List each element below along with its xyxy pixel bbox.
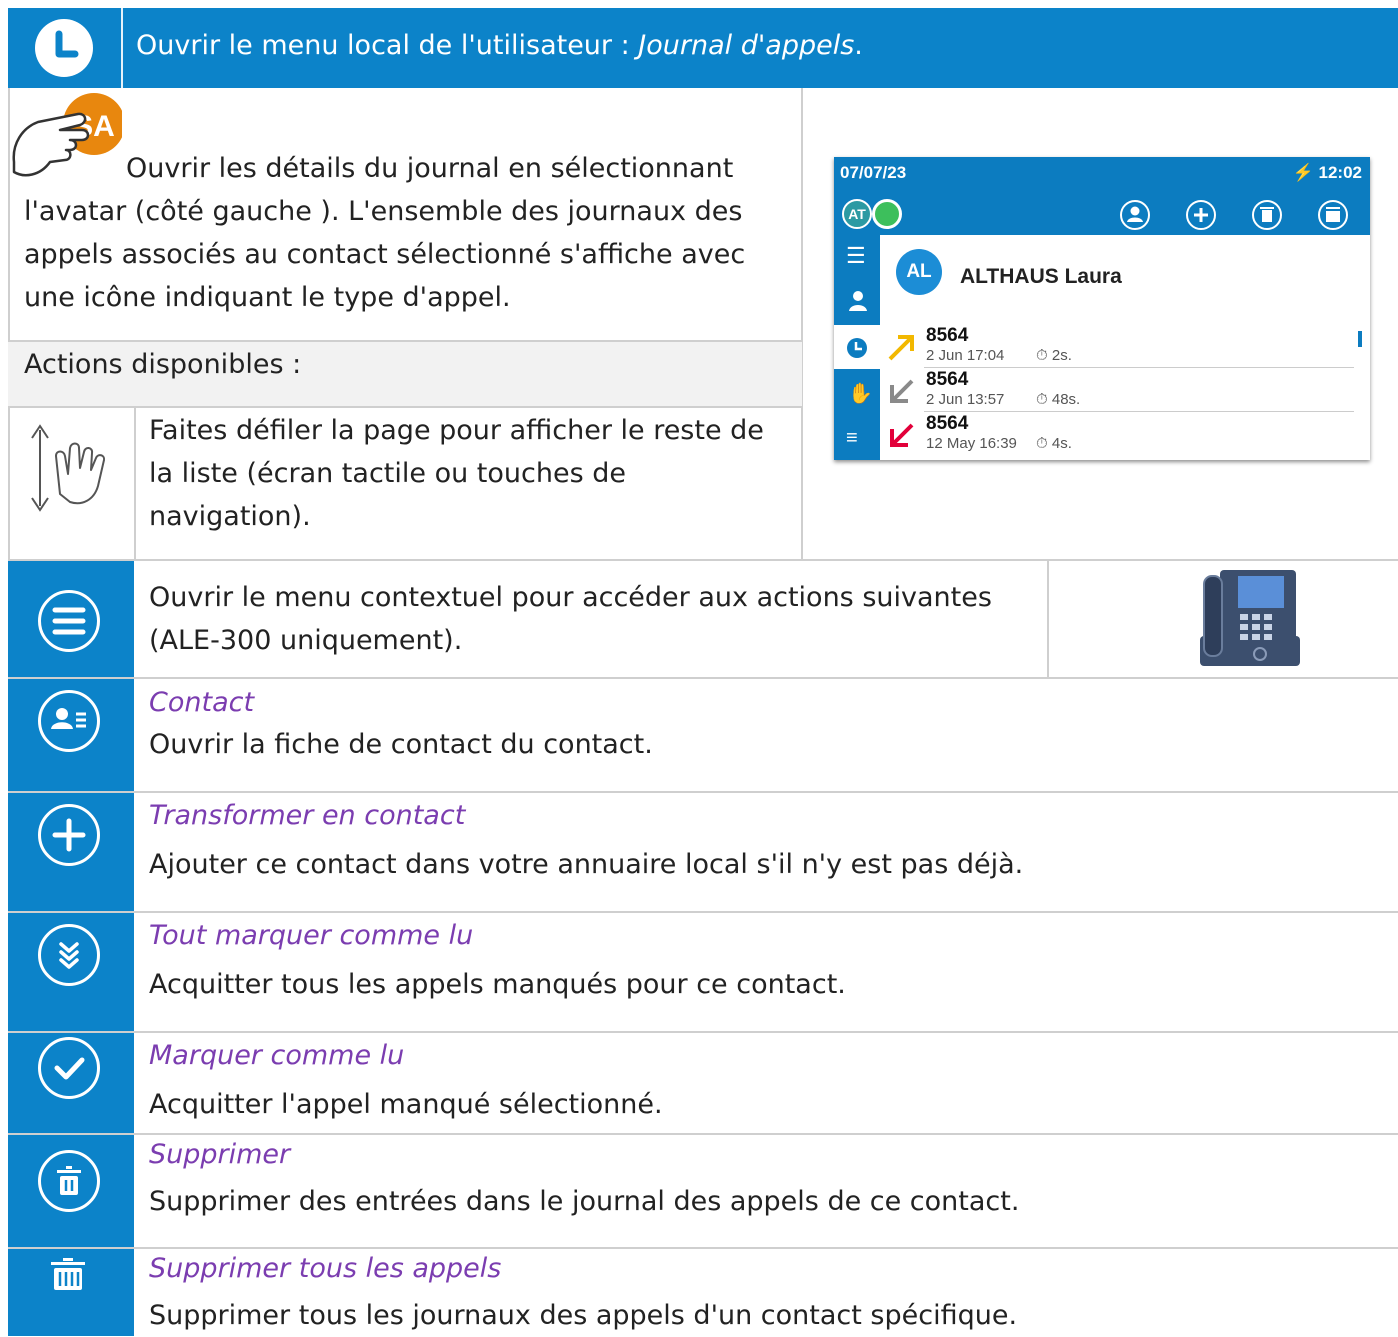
call-date: 12 May 16:39 — [926, 435, 1017, 452]
scroll-line3: navigation). — [149, 501, 311, 532]
header-end: . — [854, 30, 863, 61]
timer-icon: ⏱ — [1036, 391, 1048, 408]
separator-context-top — [8, 559, 1398, 561]
phone-presence-dot — [872, 199, 902, 229]
check-icon — [38, 1037, 100, 1099]
item-desc-mark-read: Acquitter l'appel manqué sélectionné. — [149, 1089, 663, 1120]
phone-screen: 07/07/23 ⚡ 12:02 AT ☰ ✋ ≡ AL ALTHAUS Lau… — [834, 157, 1370, 460]
actions-label: Actions disponibles : — [24, 349, 302, 380]
header-divider — [121, 8, 123, 88]
header-title: Ouvrir le menu local de l'utilisateur : … — [136, 26, 863, 66]
call-date: 2 Jun 17:04 — [926, 347, 1005, 364]
outgoing-call-icon — [886, 333, 916, 361]
phone-contact-button[interactable] — [1119, 199, 1151, 231]
item-title-delete-all: Supprimer tous les appels — [149, 1253, 502, 1284]
phone-contact-name: ALTHAUS Laura — [960, 265, 1122, 288]
call-date: 2 Jun 13:57 — [926, 391, 1005, 408]
timer-icon: ⏱ — [1036, 435, 1048, 452]
separator-row-2 — [8, 791, 1398, 793]
item-desc-delete-all: Supprimer tous les journaux des appels d… — [149, 1300, 1018, 1331]
missed-call-icon — [886, 421, 916, 449]
phone-topbar — [834, 157, 1370, 235]
menu-icon — [38, 590, 100, 652]
scroll-icon-divider — [134, 408, 136, 560]
contact-card-icon — [38, 690, 100, 752]
item-title-transform: Transformer en contact — [149, 800, 466, 831]
phone-nav-settings-icon[interactable]: ≡ — [846, 427, 858, 450]
call-duration: ⏱ 48s. — [1036, 391, 1081, 408]
page: Ouvrir le menu local de l'utilisateur : … — [0, 0, 1398, 1336]
call-duration: ⏱ 2s. — [1036, 347, 1072, 364]
call-number: 8564 — [926, 413, 969, 434]
tap-avatar-icon: SA — [10, 92, 122, 184]
trash-all-icon — [48, 1256, 88, 1296]
details-line4: une icône indiquant le type d'appel. — [24, 282, 511, 313]
phone-delete-button[interactable] — [1251, 199, 1283, 231]
phone-call-row-2[interactable]: 8564 2 Jun 13:57 ⏱ 48s. — [880, 369, 1354, 413]
phone-nav-keypad-icon[interactable]: ✋ — [848, 381, 873, 406]
item-desc-transform: Ajouter ce contact dans votre annuaire l… — [149, 849, 1024, 880]
details-line1: Ouvrir les détails du journal en sélecti… — [126, 153, 734, 184]
phone-call-row-3[interactable]: 8564 12 May 16:39 ⏱ 4s. — [880, 413, 1354, 457]
item-desc-contact: Ouvrir la fiche de contact du contact. — [149, 729, 653, 760]
item-desc-delete: Supprimer des entrées dans le journal de… — [149, 1186, 1020, 1217]
phone-delete-all-button[interactable] — [1317, 199, 1349, 231]
item-title-contact: Contact — [149, 687, 255, 718]
scroll-line2: la liste (écran tactile ou touches de — [149, 458, 626, 489]
timer-icon: ⏱ — [1036, 347, 1048, 364]
phone-power-icon: ⚡ — [1292, 163, 1314, 182]
section-divider-right — [801, 88, 803, 560]
trash-icon — [38, 1150, 100, 1212]
incoming-call-icon — [886, 377, 916, 405]
phone-time-area: ⚡ 12:02 — [1293, 163, 1362, 183]
phone-date: 07/07/23 — [840, 163, 907, 182]
context-divider — [1047, 561, 1049, 678]
item-title-delete: Supprimer — [149, 1139, 291, 1170]
header-italic: Journal d'appels — [638, 30, 855, 61]
phone-nav-history-icon[interactable] — [846, 337, 868, 359]
double-chevron-icon — [38, 924, 100, 986]
phone-call-row-1[interactable]: 8564 2 Jun 17:04 ⏱ 2s. — [880, 325, 1354, 369]
row-separator — [924, 367, 1354, 368]
separator-row-6 — [8, 1247, 1398, 1249]
call-number: 8564 — [926, 325, 969, 346]
desk-phone-image — [1198, 566, 1302, 670]
context-line1: Ouvrir le menu contextuel pour accéder a… — [149, 582, 992, 613]
phone-nav-menu-icon[interactable]: ☰ — [846, 243, 866, 269]
separator-row-3 — [8, 911, 1398, 913]
scroll-gesture-icon — [20, 420, 124, 516]
phone-add-button[interactable] — [1185, 199, 1217, 231]
row-separator — [924, 411, 1354, 412]
context-line2: (ALE-300 uniquement). — [149, 625, 463, 656]
phone-scrollbar[interactable] — [1358, 331, 1362, 347]
details-line2: l'avatar (côté gauche ). L'ensemble des … — [24, 196, 743, 227]
clock-icon — [34, 18, 94, 78]
plus-icon — [38, 804, 100, 866]
call-number: 8564 — [926, 369, 969, 390]
phone-nav-contacts-icon[interactable] — [847, 289, 869, 313]
phone-status-avatar: AT — [842, 199, 872, 229]
item-title-mark-all: Tout marquer comme lu — [149, 920, 474, 951]
phone-time: 12:02 — [1318, 163, 1362, 182]
phone-contact-avatar: AL — [896, 249, 942, 295]
separator-row-5 — [8, 1133, 1398, 1135]
item-title-mark-read: Marquer comme lu — [149, 1040, 405, 1071]
call-duration: ⏱ 4s. — [1036, 435, 1072, 452]
item-desc-mark-all: Acquitter tous les appels manqués pour c… — [149, 969, 846, 1000]
details-line3: appels associés au contact sélectionné s… — [24, 239, 746, 270]
separator-row-4 — [8, 1031, 1398, 1033]
scroll-line1: Faites défiler la page pour afficher le … — [149, 415, 764, 446]
header-text: Ouvrir le menu local de l'utilisateur : — [136, 30, 639, 61]
separator-row-1 — [8, 677, 1398, 679]
